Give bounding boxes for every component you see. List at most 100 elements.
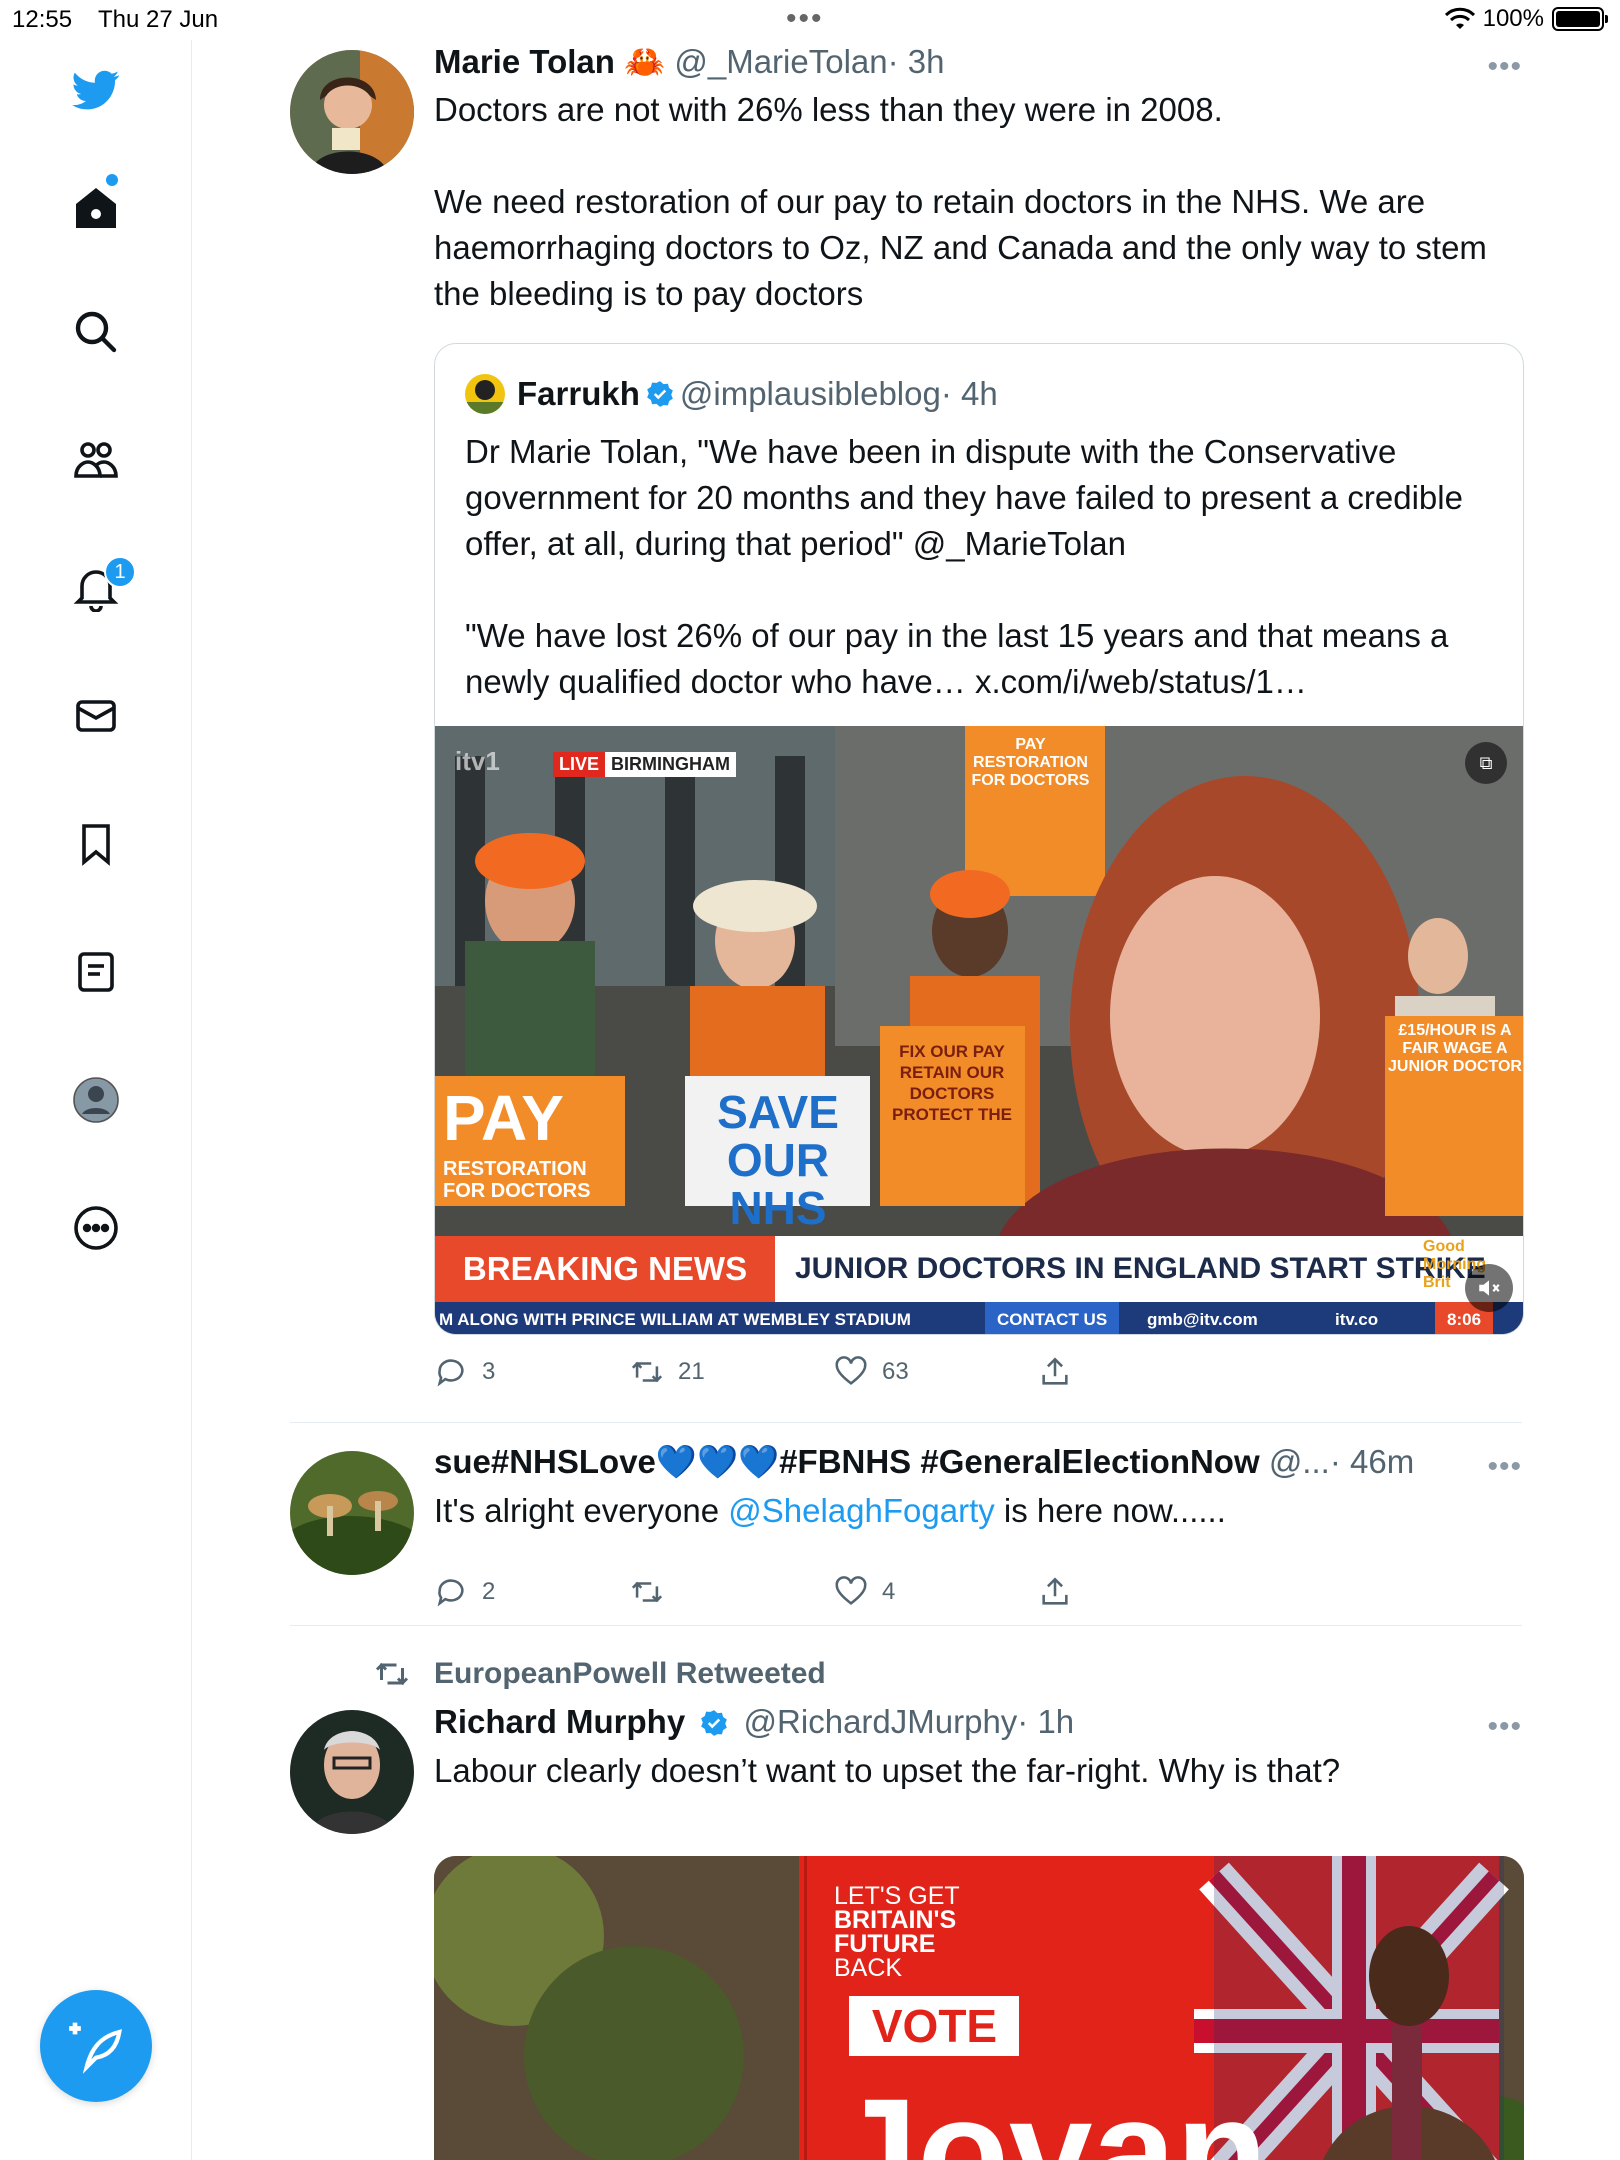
reply-count: 2 — [482, 1578, 496, 1605]
status-date: Thu 27 Jun — [98, 6, 219, 33]
compose-feather-icon — [69, 2022, 122, 2074]
sign-top: PAY RESTORATION FOR DOCTORS — [971, 736, 1090, 789]
author-handle[interactable]: @... — [1269, 1443, 1330, 1480]
tweet-text: Labour clearly doesn’t want to upset the… — [434, 1752, 1341, 1789]
messages-envelope-icon[interactable] — [66, 686, 126, 746]
avatar[interactable] — [290, 1710, 414, 1834]
timeline: Marie Tolan 🦀 @_MarieTolan· 3h ••• Docto… — [290, 40, 1524, 2160]
sidebar: 1 — [0, 40, 192, 2160]
ticker-text: M ALONG WITH PRINCE WILLIAM AT WEMBLEY S… — [439, 1310, 911, 1329]
author-name[interactable]: Marie Tolan — [434, 43, 615, 80]
retweet-icon — [631, 1361, 663, 1383]
communities-icon[interactable] — [66, 430, 126, 490]
author-name[interactable]: sue#NHSLove💙💙💙#FBNHS #GeneralElectionNow — [434, 1443, 1260, 1480]
profile-avatar-icon[interactable] — [66, 1070, 126, 1130]
like-button[interactable]: 4 — [834, 1575, 895, 1609]
name-emoji: 🦀 — [624, 43, 666, 80]
tweet-actions: 2 4 — [434, 1575, 1522, 1615]
breaking-news-label: BREAKING NEWS — [435, 1236, 775, 1302]
tweet-time[interactable]: · 3h — [888, 43, 945, 80]
tweet-more-icon[interactable]: ••• — [1487, 1450, 1522, 1484]
live-label: LIVE — [553, 752, 606, 777]
bookmark-icon[interactable] — [66, 814, 126, 874]
sign-pay: PAY — [443, 1082, 564, 1154]
sign-pay-sub: RESTORATION FOR DOCTORS — [443, 1158, 591, 1202]
quoted-author-name: Farrukh — [517, 375, 640, 412]
mute-icon[interactable] — [1465, 1264, 1513, 1312]
author-handle[interactable]: @_MarieTolan — [674, 43, 887, 80]
search-icon[interactable] — [66, 302, 126, 362]
like-button[interactable]: 63 — [834, 1355, 909, 1389]
quoted-tweet-time: · 4h — [940, 375, 998, 412]
ticker-contact: CONTACT US — [985, 1302, 1120, 1334]
retweeted-by[interactable]: EuropeanPowell Retweeted — [434, 1657, 826, 1691]
like-count: 63 — [882, 1358, 909, 1385]
mention-link[interactable]: @ShelaghFogarty — [728, 1492, 994, 1529]
status-time: 12:55 — [12, 6, 73, 33]
video-player[interactable]: itv1 LIVE BIRMINGHAM PAY RESTORATION FOR… — [435, 726, 1523, 1334]
live-location: BIRMINGHAM — [605, 752, 737, 777]
avatar[interactable] — [290, 1451, 414, 1575]
headline: JUNIOR DOCTORS IN ENGLAND START STRIKE — [795, 1252, 1486, 1285]
tweet-actions: 3 21 63 — [434, 1355, 1522, 1395]
tweet-text: It's alright everyone @ShelaghFogarty is… — [434, 1488, 1522, 1534]
reply-button[interactable]: 2 — [434, 1575, 495, 1609]
lists-icon[interactable] — [66, 942, 126, 1002]
status-bar: 12:55 Thu 27 Jun ••• 100% — [0, 0, 1620, 40]
heart-icon — [835, 1576, 867, 1605]
wifi-icon — [1444, 7, 1475, 29]
tweet-text-prefix: It's alright everyone — [434, 1492, 729, 1529]
tweet[interactable]: Marie Tolan 🦀 @_MarieTolan· 3h ••• Docto… — [290, 40, 1524, 1420]
poster-line-1: LET'S GET — [834, 1882, 960, 1910]
tweet-divider — [290, 1422, 1522, 1423]
quoted-author-handle: @implausibleblog — [679, 375, 941, 412]
avatar[interactable] — [290, 50, 414, 174]
tweet-more-icon[interactable]: ••• — [1487, 50, 1522, 84]
picture-in-picture-icon[interactable]: ⧉ — [1465, 742, 1507, 784]
reply-icon — [437, 1579, 464, 1607]
retweet-button[interactable] — [630, 1575, 678, 1609]
tweet-image[interactable]: LET'S GET BRITAIN'S FUTURE BACK VOTE Jov… — [434, 1856, 1524, 2160]
heart-icon — [835, 1356, 867, 1385]
share-button[interactable] — [1038, 1575, 1072, 1609]
reply-count: 3 — [482, 1358, 496, 1385]
home-icon[interactable] — [66, 178, 126, 238]
poster-line-4: BACK — [834, 1954, 903, 1982]
retweet-button[interactable]: 21 — [630, 1355, 705, 1389]
tweet[interactable]: EuropeanPowell Retweeted Richard Murphy … — [290, 1640, 1524, 2160]
author-name[interactable]: Richard Murphy — [434, 1703, 685, 1740]
home-unread-dot — [106, 174, 118, 186]
poster-candidate-name: Jovan — [834, 2067, 1268, 2160]
twitter-logo-icon[interactable] — [66, 60, 126, 120]
sign-fix-our-pay: FIX OUR PAY RETAIN OUR DOCTORS PROTECT T… — [892, 1042, 1012, 1124]
poster-vote: VOTE — [871, 2000, 998, 2052]
tweet-more-icon[interactable]: ••• — [1487, 1710, 1522, 1744]
share-button[interactable] — [1038, 1355, 1072, 1389]
quoted-tweet[interactable]: Farrukh @implausibleblog · 4h Dr Marie To… — [434, 343, 1524, 1335]
tweet-text: Doctors are not with 26% less than they … — [434, 91, 1487, 312]
share-icon — [1042, 1577, 1068, 1605]
tweet[interactable]: sue#NHSLove💙💙💙#FBNHS #GeneralElectionNow… — [290, 1440, 1522, 1640]
verified-badge-icon — [701, 1710, 728, 1736]
reply-button[interactable]: 3 — [434, 1355, 495, 1389]
poster-line-2: BRITAIN'S — [834, 1906, 957, 1934]
author-handle[interactable]: @RichardJMurphy — [744, 1703, 1018, 1740]
tweet-time[interactable]: · 1h — [1017, 1703, 1074, 1740]
compose-tweet-button[interactable] — [40, 1990, 152, 2102]
more-options-icon[interactable] — [66, 1198, 126, 1258]
ticker-site: itv.co — [1335, 1310, 1379, 1329]
channel-logo: itv1 — [455, 746, 500, 776]
verified-badge-icon — [647, 381, 673, 407]
tweet-header: sue#NHSLove💙💙💙#FBNHS #GeneralElectionNow… — [434, 1440, 1522, 1484]
retweet-context: EuropeanPowell Retweeted — [374, 1656, 826, 1692]
multitasking-dots[interactable]: ••• — [786, 2, 824, 36]
quoted-tweet-text: Dr Marie Tolan, "We have been in dispute… — [465, 433, 1463, 700]
tweet-time[interactable]: · 46m — [1330, 1443, 1414, 1480]
battery-icon — [1552, 7, 1608, 31]
retweet-icon — [631, 1581, 663, 1603]
tweet-text-suffix: is here now...... — [994, 1492, 1226, 1529]
share-icon — [1042, 1357, 1068, 1385]
reply-icon — [437, 1359, 464, 1387]
ticker-email: gmb@itv.com — [1147, 1310, 1258, 1329]
live-location-tag: LIVE BIRMINGHAM — [553, 752, 737, 777]
